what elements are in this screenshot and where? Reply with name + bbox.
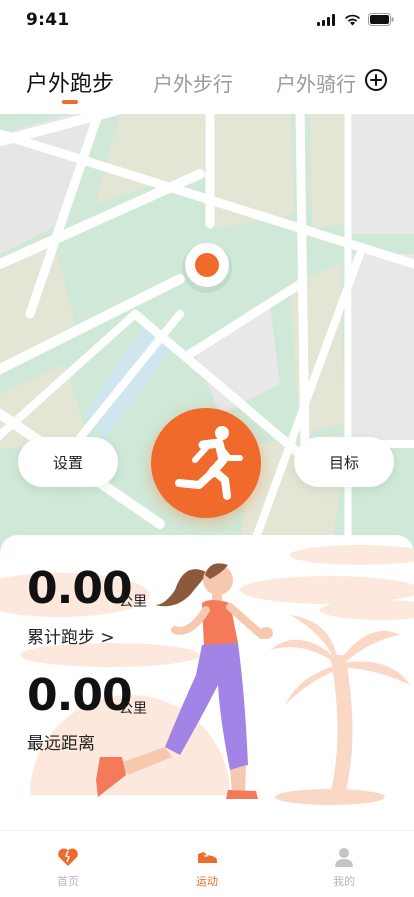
active-tab-indicator xyxy=(62,100,78,104)
signal-icon xyxy=(317,13,335,26)
settings-button[interactable]: 设置 xyxy=(18,437,118,487)
total-distance-unit: 公里 xyxy=(119,594,147,610)
wifi-icon xyxy=(345,14,360,25)
stats-card: 0.00 公里 累计跑步 > 0.00 公里 最远距离 xyxy=(0,535,414,830)
heart-icon xyxy=(58,848,78,866)
runner-icon xyxy=(175,426,243,500)
nav-item-sport[interactable]: 运动 xyxy=(167,831,247,897)
bottom-nav: 首页 运动 我的 xyxy=(0,830,414,897)
tab-outdoor-ride[interactable]: 户外骑行 xyxy=(276,68,356,97)
total-distance-value: 0.00 xyxy=(27,563,133,614)
activity-tabs: 户外跑步 户外步行 户外骑行 xyxy=(0,60,414,110)
battery-icon xyxy=(368,13,394,26)
add-circle-icon[interactable] xyxy=(364,68,388,92)
nav-label-sport: 运动 xyxy=(196,875,218,888)
start-run-button[interactable] xyxy=(151,408,261,518)
shoe-icon xyxy=(198,852,217,863)
goal-button[interactable]: 目标 xyxy=(294,437,394,487)
nav-label-me: 我的 xyxy=(333,875,355,888)
tab-outdoor-walk[interactable]: 户外步行 xyxy=(153,68,233,97)
nav-item-home[interactable]: 首页 xyxy=(28,831,108,897)
nav-label-home: 首页 xyxy=(57,875,79,888)
person-icon xyxy=(335,848,353,867)
farthest-distance-value: 0.00 xyxy=(27,670,133,721)
nav-item-me[interactable]: 我的 xyxy=(304,831,384,897)
status-time: 9:41 xyxy=(26,10,70,30)
total-run-link[interactable]: 累计跑步 > xyxy=(27,623,115,648)
status-bar: 9:41 xyxy=(0,0,414,44)
tab-outdoor-run[interactable]: 户外跑步 xyxy=(26,66,114,98)
farthest-distance-label: 最远距离 xyxy=(27,734,95,754)
farthest-distance-unit: 公里 xyxy=(119,701,147,717)
